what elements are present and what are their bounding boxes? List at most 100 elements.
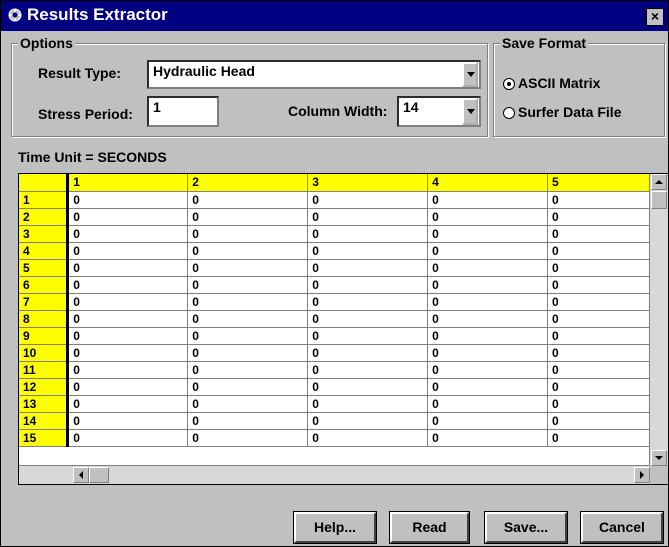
grid-cell[interactable]: 0 [427,310,549,328]
grid-cell[interactable]: 0 [67,293,189,311]
horizontal-scroll-thumb[interactable] [89,467,109,483]
row-header[interactable]: 4 [19,242,70,260]
grid-cell[interactable]: 0 [67,225,189,243]
grid-cell[interactable]: 0 [187,395,309,413]
row-header[interactable]: 10 [19,344,70,362]
grid-cell[interactable]: 0 [187,310,309,328]
scroll-down-button[interactable] [651,450,667,466]
grid-cell[interactable]: 0 [67,395,189,413]
column-header[interactable]: 2 [187,174,309,192]
grid-cell[interactable]: 0 [427,344,549,362]
grid-cell[interactable]: 0 [187,293,309,311]
row-header[interactable]: 5 [19,259,70,277]
grid-cell[interactable]: 0 [187,242,309,260]
row-header[interactable]: 3 [19,225,70,243]
grid-cell[interactable]: 0 [67,378,189,396]
grid-cell[interactable]: 0 [307,327,429,345]
grid-cell[interactable]: 0 [427,293,549,311]
grid-cell[interactable]: 0 [307,259,429,277]
grid-cell[interactable]: 0 [307,412,429,430]
column-width-dropdown-button[interactable] [462,98,478,125]
grid-cell[interactable]: 0 [187,361,309,379]
row-header[interactable]: 6 [19,276,70,294]
grid-cell[interactable]: 0 [67,327,189,345]
grid-cell[interactable]: 0 [67,276,189,294]
grid-cell[interactable]: 0 [187,327,309,345]
grid-cell[interactable]: 0 [307,310,429,328]
grid-cell[interactable]: 0 [427,225,549,243]
grid-cell[interactable]: 0 [427,361,549,379]
read-button[interactable]: Read [390,512,469,543]
stress-period-input[interactable]: 1 [147,96,219,127]
column-header[interactable]: 3 [307,174,429,192]
vertical-scroll-thumb[interactable] [651,191,667,209]
scroll-left-button[interactable] [73,467,89,483]
cancel-button[interactable]: Cancel [581,512,663,543]
grid-cell[interactable]: 0 [187,412,309,430]
grid-cell[interactable]: 0 [427,276,549,294]
row-header[interactable]: 1 [19,191,70,209]
grid-cell[interactable]: 0 [67,412,189,430]
grid-cell[interactable]: 0 [67,310,189,328]
grid-cell[interactable]: 0 [187,344,309,362]
grid-cell[interactable]: 0 [307,344,429,362]
scroll-right-button[interactable] [634,467,650,483]
grid-cell[interactable]: 0 [187,191,309,209]
row-header[interactable]: 7 [19,293,70,311]
grid-cell[interactable]: 0 [67,361,189,379]
row-header[interactable]: 15 [19,429,70,447]
grid-cell[interactable]: 0 [307,242,429,260]
surfer-data-file-label[interactable]: Surfer Data File [518,104,621,120]
row-header[interactable]: 8 [19,310,70,328]
grid-cell[interactable]: 0 [187,378,309,396]
result-type-dropdown-button[interactable] [462,62,478,87]
vertical-scrollbar[interactable] [649,174,668,466]
row-header[interactable]: 2 [19,208,70,226]
grid-cell[interactable]: 0 [427,327,549,345]
grid-cell[interactable]: 0 [67,208,189,226]
surfer-data-file-radio[interactable] [503,107,515,119]
grid-cell[interactable]: 0 [427,259,549,277]
title-bar[interactable]: Results Extractor × [1,1,668,31]
grid-cell[interactable]: 0 [427,191,549,209]
grid-cell[interactable]: 0 [427,208,549,226]
save-button[interactable]: Save... [485,512,567,543]
row-header[interactable]: 12 [19,378,70,396]
row-header[interactable]: 14 [19,412,70,430]
result-type-select[interactable]: Hydraulic Head [147,60,481,89]
grid-cell[interactable]: 0 [307,191,429,209]
grid-cell[interactable]: 0 [307,225,429,243]
grid-cell[interactable]: 0 [427,378,549,396]
grid-cell[interactable]: 0 [187,429,309,447]
results-grid[interactable]: 1 2 3 4 5 100000200000300000400000500000… [18,173,669,485]
grid-cell[interactable]: 0 [307,378,429,396]
grid-cell[interactable]: 0 [67,242,189,260]
row-header[interactable]: 9 [19,327,70,345]
grid-cell[interactable]: 0 [67,191,189,209]
grid-cell[interactable]: 0 [187,276,309,294]
grid-cell[interactable]: 0 [187,259,309,277]
grid-cell[interactable]: 0 [307,293,429,311]
grid-cell[interactable]: 0 [307,395,429,413]
grid-cell[interactable]: 0 [427,429,549,447]
horizontal-scrollbar[interactable] [19,465,650,484]
row-header[interactable]: 13 [19,395,70,413]
close-button[interactable]: × [646,8,664,26]
ascii-matrix-radio[interactable] [503,78,515,90]
column-header[interactable]: 1 [67,174,189,192]
grid-cell[interactable]: 0 [307,429,429,447]
grid-cell[interactable]: 0 [67,259,189,277]
grid-cell[interactable]: 0 [307,276,429,294]
ascii-matrix-label[interactable]: ASCII Matrix [518,75,600,91]
column-header[interactable]: 4 [427,174,549,192]
grid-cell[interactable]: 0 [427,412,549,430]
grid-cell[interactable]: 0 [67,429,189,447]
grid-cell[interactable]: 0 [427,395,549,413]
help-button[interactable]: Help... [294,512,376,543]
grid-cell[interactable]: 0 [67,344,189,362]
row-header[interactable]: 11 [19,361,70,379]
scroll-up-button[interactable] [651,174,667,190]
grid-cell[interactable]: 0 [187,208,309,226]
grid-cell[interactable]: 0 [307,208,429,226]
grid-cell[interactable]: 0 [307,361,429,379]
